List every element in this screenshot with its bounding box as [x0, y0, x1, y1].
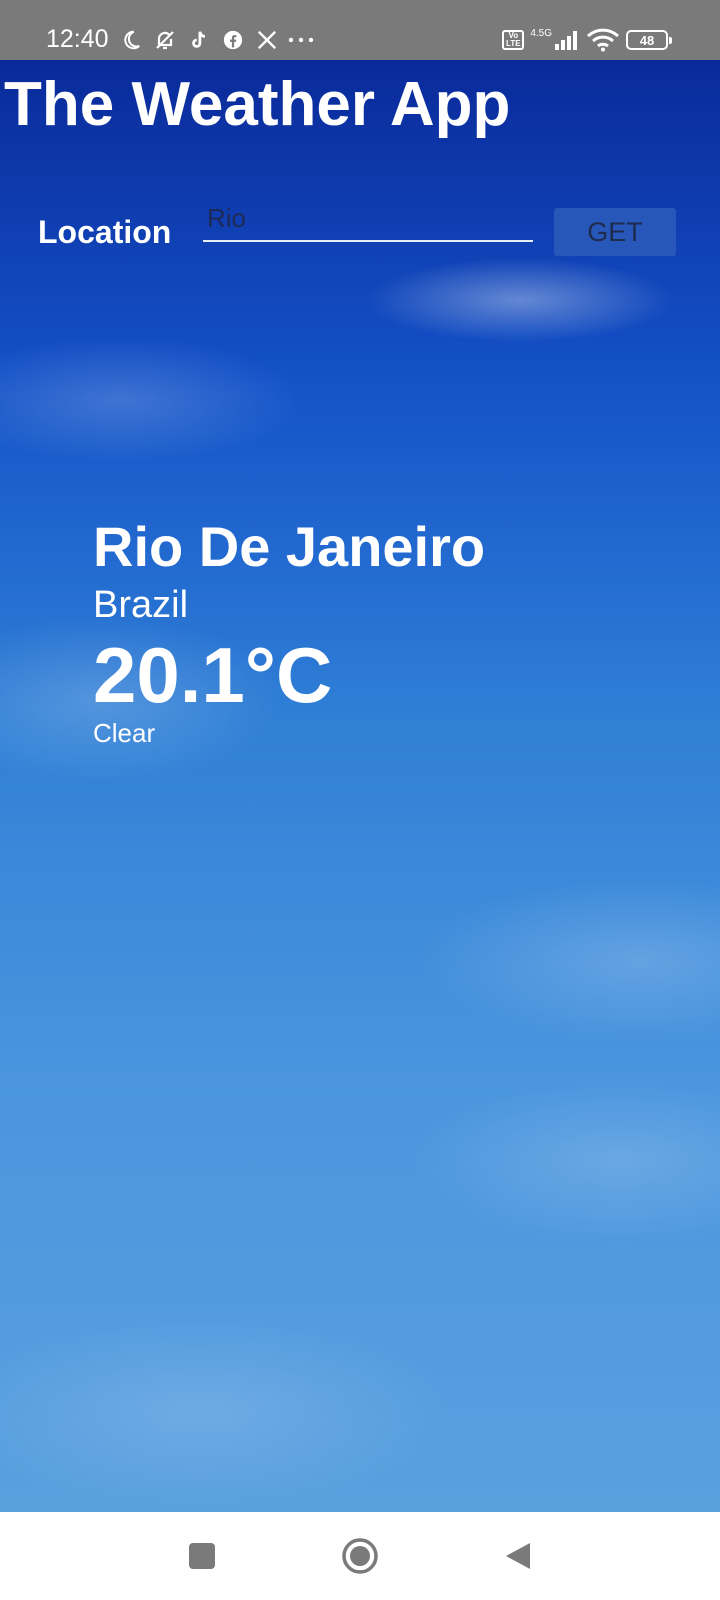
weather-condition: Clear	[93, 718, 156, 748]
battery-indicator: 48	[626, 30, 672, 50]
bell-off-icon	[148, 26, 182, 54]
weather-result: Rio De Janeiro Brazil 20.1°C Clear	[93, 515, 485, 749]
phone-screen: 12:40 Vo LTE 4.5G 48 The Weather App Loc…	[0, 0, 720, 1600]
moon-icon	[114, 26, 148, 54]
get-button[interactable]: GET	[554, 208, 676, 256]
status-system-icons: Vo LTE 4.5G 48	[496, 24, 672, 56]
temperature: 20.1°C	[93, 631, 333, 719]
wifi-icon	[586, 28, 620, 52]
signal-icon	[554, 29, 580, 51]
location-label: Location	[38, 214, 172, 250]
city-name: Rio De Janeiro	[93, 515, 486, 578]
network-type-label: 4.5G	[530, 28, 552, 39]
location-input[interactable]	[203, 196, 533, 242]
recents-button[interactable]	[180, 1534, 224, 1578]
volte-badge: Vo LTE	[502, 30, 525, 50]
back-button[interactable]	[496, 1534, 540, 1578]
status-notification-icons	[114, 26, 318, 54]
back-triangle-icon	[506, 1543, 530, 1569]
status-bar: 12:40 Vo LTE 4.5G 48	[0, 0, 720, 60]
home-circle-icon	[342, 1538, 378, 1574]
country-name: Brazil	[93, 584, 189, 626]
status-time: 12:40	[46, 25, 109, 53]
app-title: The Weather App	[4, 70, 511, 139]
more-icon	[284, 26, 318, 54]
home-button[interactable]	[338, 1534, 382, 1578]
x-icon	[250, 26, 284, 54]
navigation-bar	[0, 1512, 720, 1600]
tiktok-icon	[182, 26, 216, 54]
facebook-icon	[216, 26, 250, 54]
weather-app: The Weather App Location GET Rio De Jane…	[0, 60, 720, 1512]
recents-square-icon	[189, 1543, 215, 1569]
